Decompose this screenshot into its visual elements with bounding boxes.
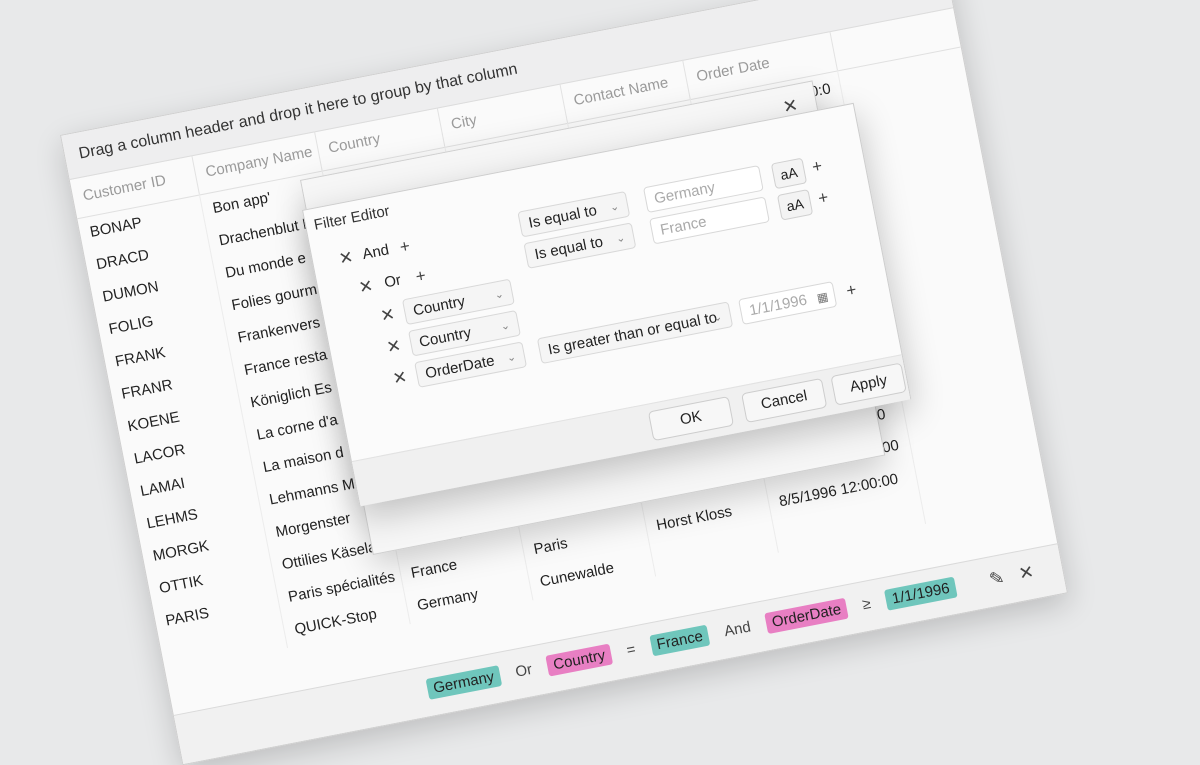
pencil-icon[interactable]: ✎ bbox=[983, 564, 1011, 592]
filter-token-val[interactable]: Germany bbox=[425, 665, 502, 700]
chevron-down-icon: ⌄ bbox=[615, 231, 627, 246]
chevron-down-icon: ⌄ bbox=[711, 310, 724, 325]
filter-token-op: Or bbox=[513, 660, 534, 681]
remove-condition-icon[interactable]: ✕ bbox=[378, 299, 398, 331]
chevron-down-icon: ⌄ bbox=[608, 200, 621, 215]
dialog-title: Filter Editor bbox=[312, 202, 392, 234]
calendar-icon[interactable]: ▦ bbox=[814, 283, 830, 311]
case-sensitive-button-1[interactable]: aA bbox=[770, 157, 808, 190]
and-operator-label[interactable]: And bbox=[360, 235, 392, 270]
apply-button[interactable]: Apply bbox=[830, 362, 907, 406]
filter-token-val[interactable]: France bbox=[649, 624, 711, 657]
filter-token-field[interactable]: OrderDate bbox=[764, 597, 849, 635]
add-icon[interactable]: + bbox=[809, 151, 824, 182]
case-sensitive-button-2[interactable]: aA bbox=[776, 189, 814, 221]
add-icon[interactable]: + bbox=[816, 183, 831, 214]
filter-token-op: ≥ bbox=[860, 595, 873, 614]
remove-group-icon[interactable]: ✕ bbox=[336, 242, 356, 274]
chevron-down-icon: ⌄ bbox=[505, 350, 518, 365]
add-condition-icon[interactable]: + bbox=[413, 261, 428, 292]
filter-token-op: And bbox=[722, 618, 753, 641]
chevron-down-icon: ⌄ bbox=[499, 319, 511, 334]
ok-button[interactable]: OK bbox=[647, 396, 735, 442]
chevron-down-icon: ⌄ bbox=[493, 288, 505, 302]
cancel-button[interactable]: Cancel bbox=[741, 377, 828, 424]
remove-condition-icon[interactable]: ✕ bbox=[390, 362, 410, 394]
filter-token-val[interactable]: 1/1/1996 bbox=[884, 576, 958, 611]
or-operator-label[interactable]: Or bbox=[382, 266, 404, 299]
filter-token-field[interactable]: Country bbox=[545, 643, 614, 677]
add-condition-icon[interactable]: + bbox=[397, 231, 412, 262]
filter-token-op: = bbox=[625, 640, 637, 660]
remove-condition-icon[interactable]: ✕ bbox=[384, 331, 404, 363]
remove-group-icon[interactable]: ✕ bbox=[356, 271, 376, 303]
add-icon[interactable]: + bbox=[844, 275, 859, 306]
close-icon[interactable]: ✕ bbox=[1012, 559, 1040, 587]
